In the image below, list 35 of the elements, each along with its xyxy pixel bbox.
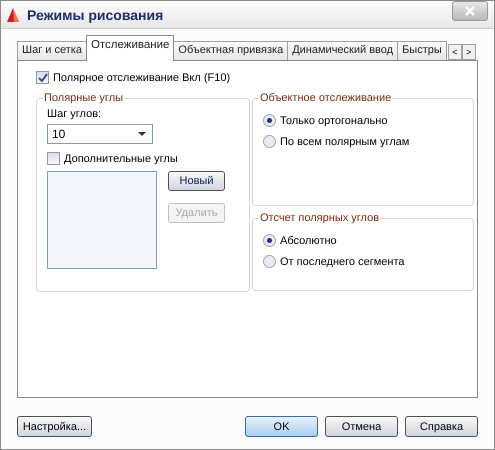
group-button[interactable]: Новый [168, 171, 225, 191]
group-title: Объектное отслеживание [259, 92, 392, 104]
tab-scroll-button[interactable]: > [462, 44, 476, 60]
radio-label[interactable]: По всем полярным углам [280, 136, 410, 148]
radio-button[interactable] [263, 234, 276, 247]
field-label: Шаг углов: [47, 108, 102, 120]
radio-button[interactable] [263, 255, 276, 268]
dropdown-caret-icon [138, 132, 146, 136]
options-button[interactable]: Настройка... [17, 416, 92, 437]
window-title: Режимы рисования [27, 6, 164, 22]
dialog-button[interactable]: Справка [405, 416, 478, 437]
radio-button[interactable] [263, 114, 276, 127]
group-title: Полярные углы [43, 92, 124, 104]
radio-button[interactable] [263, 135, 276, 148]
radio-label[interactable]: Только ортогонально [280, 114, 388, 126]
tab[interactable]: Шаг и сетка [17, 41, 87, 61]
close-icon [465, 6, 475, 16]
app-logo-icon [5, 6, 21, 22]
checkbox[interactable] [36, 71, 49, 84]
checkbox[interactable] [47, 152, 60, 165]
tab[interactable]: Динамический ввод [287, 41, 398, 61]
increment-dropdown[interactable]: 10 [47, 124, 153, 144]
radio-label[interactable]: От последнего сегмента [280, 256, 404, 268]
checkbox-label[interactable]: Полярное отслеживание Вкл (F10) [53, 72, 230, 84]
tab[interactable]: Объектная привязка [173, 41, 288, 61]
dialog-button[interactable]: OK [245, 416, 318, 437]
tab[interactable]: Быстры [397, 41, 447, 61]
tab[interactable]: Отслеживание [86, 35, 174, 61]
checkbox-label[interactable]: Дополнительные углы [64, 152, 178, 164]
radio-label[interactable]: Абсолютно [280, 234, 337, 246]
tab-scroll-button[interactable]: < [448, 44, 462, 60]
group-title: Отсчет полярных углов [259, 212, 380, 224]
close-button[interactable] [452, 1, 488, 21]
dialog-button[interactable]: Отмена [325, 416, 398, 437]
angle-list[interactable] [47, 171, 157, 269]
